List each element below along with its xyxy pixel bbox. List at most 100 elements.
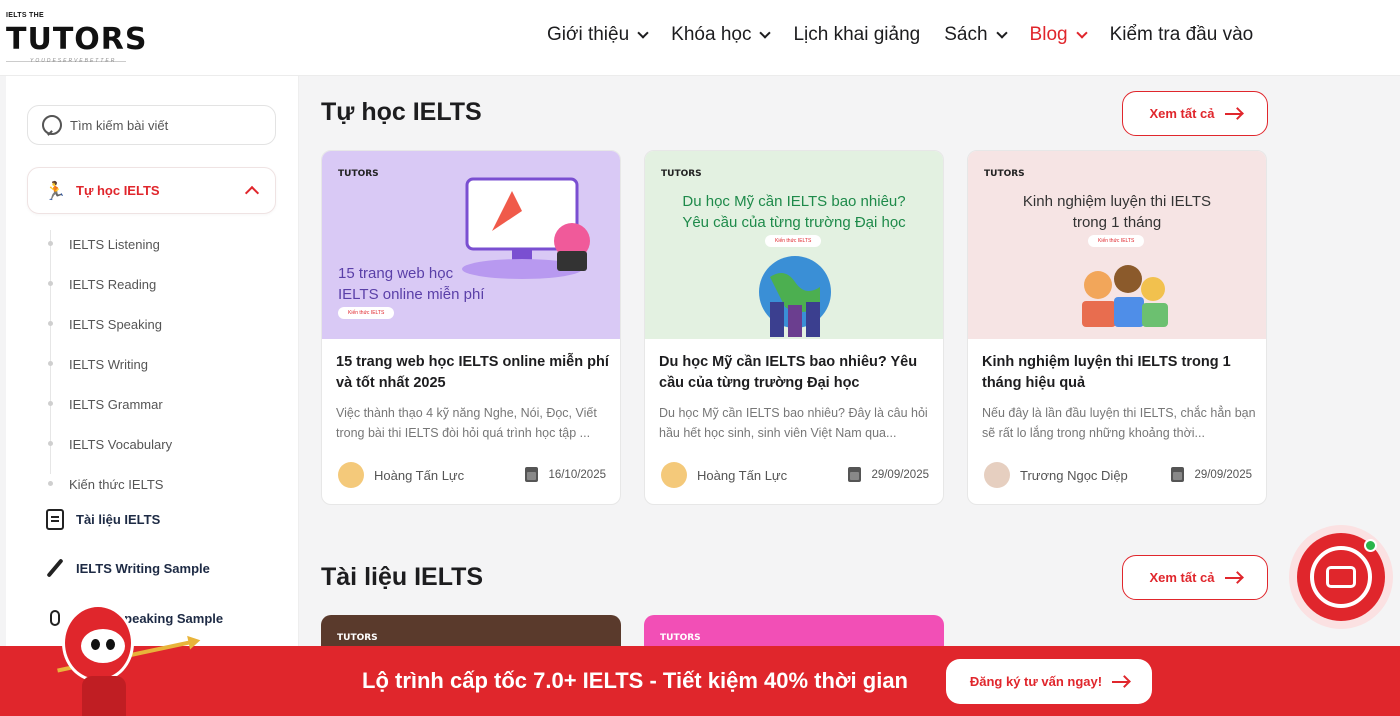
nav-label: Lịch khai giảng — [793, 24, 921, 45]
avatar — [338, 462, 364, 488]
mascot-head — [62, 604, 134, 682]
author-name: Hoàng Tấn Lực — [697, 467, 788, 483]
nav-sach[interactable]: Sách — [944, 24, 1008, 46]
site-header: IELTS THE TUTORS YOUDESERVEBETTER Giới t… — [0, 0, 1400, 76]
sidebar-item-kien-thuc[interactable]: Kiến thức IELTS — [48, 464, 278, 504]
search-icon — [42, 115, 62, 135]
sidebar-item-speaking[interactable]: IELTS Speaking — [48, 304, 278, 344]
sidebar-link-tai-lieu[interactable]: Tài liệu IELTS — [44, 508, 160, 530]
chevron-up-icon[interactable] — [244, 185, 260, 201]
view-all-button[interactable]: Xem tất cả — [1122, 555, 1268, 600]
calendar-icon — [848, 467, 862, 482]
thumbnail-pill: Kiến thức IELTS — [1088, 235, 1145, 247]
article-title[interactable]: Kinh nghiệm luyện thi IELTS trong 1 thán… — [982, 352, 1256, 394]
sidebar-item-writing[interactable]: IELTS Writing — [48, 344, 278, 384]
author-name: Trương Ngọc Diệp — [1020, 467, 1128, 483]
sub-item-label: IELTS Vocabulary — [69, 436, 173, 452]
article-thumbnail[interactable]: TUTORS 15 trang web học IELTS online miễ… — [322, 151, 620, 339]
author-name: Hoàng Tấn Lực — [374, 467, 465, 483]
date-text: 29/09/2025 — [1194, 468, 1252, 481]
section-title-tai-lieu: Tài liệu IELTS — [321, 563, 484, 591]
thumbnail-logo: TUTORS — [660, 633, 701, 643]
article-author: Hoàng Tấn Lực — [338, 462, 464, 488]
sidebar-item-vocabulary[interactable]: IELTS Vocabulary — [48, 424, 278, 464]
search-input[interactable] — [70, 117, 250, 133]
view-all-button[interactable]: Xem tất cả — [1122, 91, 1268, 136]
thumbnail-text: 15 trang web học IELTS online miễn phí — [338, 265, 485, 303]
view-all-label: Xem tất cả — [1149, 106, 1215, 121]
register-consult-button[interactable]: Đăng ký tư vấn ngay! — [946, 659, 1152, 704]
sidebar-item-grammar[interactable]: IELTS Grammar — [48, 384, 278, 424]
logo-small-text: IELTS THE — [6, 12, 44, 19]
nav-label: Giới thiệu — [547, 24, 630, 45]
online-status-dot — [1364, 539, 1377, 552]
date-text: 16/10/2025 — [548, 468, 606, 481]
avatar — [984, 462, 1010, 488]
sidebar-link-writing-sample[interactable]: IELTS Writing Sample — [44, 557, 210, 579]
nav-khoa-hoc[interactable]: Khóa học — [671, 24, 772, 46]
running-person-icon: 🏃 — [44, 180, 67, 201]
thumbnail-text: Du học Mỹ cần IELTS bao nhiêu? Yêu cầu c… — [682, 193, 906, 231]
search-box[interactable] — [27, 105, 276, 145]
date-text: 29/09/2025 — [871, 468, 929, 481]
chevron-down-icon — [759, 26, 772, 39]
thumbnail-text: Kinh nghiệm luyện thi IELTS trong 1 thán… — [1022, 193, 1212, 231]
pen-icon — [44, 557, 66, 579]
article-card[interactable]: TUTORS Du học Mỹ cần IELTS bao nhiêu? Yê… — [644, 150, 944, 505]
sub-item-label: IELTS Grammar — [69, 396, 163, 412]
sidebar-link-label: IELTS Writing Sample — [76, 560, 210, 576]
mascot-eye — [106, 639, 115, 650]
view-all-label: Xem tất cả — [1149, 570, 1215, 585]
avatar — [661, 462, 687, 488]
article-thumbnail[interactable]: TUTORS Du học Mỹ cần IELTS bao nhiêu? Yê… — [645, 151, 943, 339]
site-logo[interactable]: IELTS THE TUTORS YOUDESERVEBETTER — [6, 8, 147, 66]
register-button-label: Đăng ký tư vấn ngay! — [969, 674, 1103, 689]
nav-kiem-tra-dau-vao[interactable]: Kiểm tra đầu vào — [1110, 24, 1254, 46]
sub-item-label: IELTS Reading — [69, 276, 157, 292]
promo-text: Lộ trình cấp tốc 7.0+ IELTS - Tiết kiệm … — [362, 668, 908, 693]
chat-widget[interactable] — [1289, 525, 1393, 629]
nav-blog[interactable]: Blog — [1029, 24, 1088, 46]
nav-gioi-thieu[interactable]: Giới thiệu — [547, 24, 649, 46]
sidebar-item-reading[interactable]: IELTS Reading — [48, 264, 278, 304]
article-date: 29/09/2025 — [1171, 467, 1252, 482]
arrow-right-icon — [1112, 680, 1129, 683]
chat-bubble-icon — [1326, 566, 1356, 588]
kids-studying-icon — [1082, 265, 1168, 327]
article-thumbnail[interactable]: TUTORS Kinh nghiệm luyện thi IELTS trong… — [968, 151, 1266, 339]
nav-label: Blog — [1029, 24, 1068, 45]
category-label: Tự học IELTS — [76, 183, 160, 198]
logo-tagline: YOUDESERVEBETTER — [30, 58, 117, 64]
section-title-tu-hoc: Tự học IELTS — [321, 98, 482, 126]
article-date: 16/10/2025 — [525, 467, 606, 482]
globe-graduates-icon — [759, 256, 831, 337]
thumbnail-pill: Kiến thức IELTS — [338, 307, 395, 319]
nav-label: Sách — [944, 24, 988, 45]
mascot-eye — [91, 639, 100, 650]
chat-ring — [1310, 546, 1372, 608]
category-tu-hoc-ielts[interactable]: 🏃 Tự học IELTS — [27, 167, 276, 214]
calendar-icon — [1171, 467, 1185, 482]
sub-item-label: IELTS Listening — [69, 236, 160, 252]
article-title[interactable]: 15 trang web học IELTS online miễn phí v… — [336, 352, 610, 394]
article-excerpt: Nếu đây là lần đầu luyện thi IELTS, chắc… — [982, 406, 1256, 440]
thumbnail-pill: Kiến thức IELTS — [765, 235, 822, 247]
sidebar-item-listening[interactable]: IELTS Listening — [48, 224, 278, 264]
arrow-right-icon — [1224, 112, 1241, 115]
chevron-down-icon — [1075, 26, 1088, 39]
thumbnail-logo: TUTORS — [338, 169, 379, 179]
article-title[interactable]: Du học Mỹ cần IELTS bao nhiêu? Yêu cầu c… — [659, 352, 933, 394]
article-author: Trương Ngọc Diệp — [984, 462, 1128, 488]
article-card[interactable]: TUTORS 15 trang web học IELTS online miễ… — [321, 150, 621, 505]
sidebar-link-label: Tài liệu IELTS — [76, 511, 161, 527]
nav-lich-khai-giang[interactable]: Lịch khai giảng — [793, 24, 920, 46]
nav-label: Khóa học — [671, 24, 752, 45]
article-excerpt: Việc thành thạo 4 kỹ năng Nghe, Nói, Đọc… — [336, 406, 597, 440]
article-author: Hoàng Tấn Lực — [661, 462, 787, 488]
article-card[interactable]: TUTORS Kinh nghiệm luyện thi IELTS trong… — [967, 150, 1267, 505]
article-excerpt: Du học Mỹ cần IELTS bao nhiêu? Đây là câ… — [659, 406, 928, 440]
thumbnail-logo: TUTORS — [984, 169, 1025, 179]
sub-item-label: IELTS Speaking — [69, 316, 162, 332]
thumbnail-logo: TUTORS — [661, 169, 702, 179]
thumbnail-logo: TUTORS — [337, 633, 378, 643]
